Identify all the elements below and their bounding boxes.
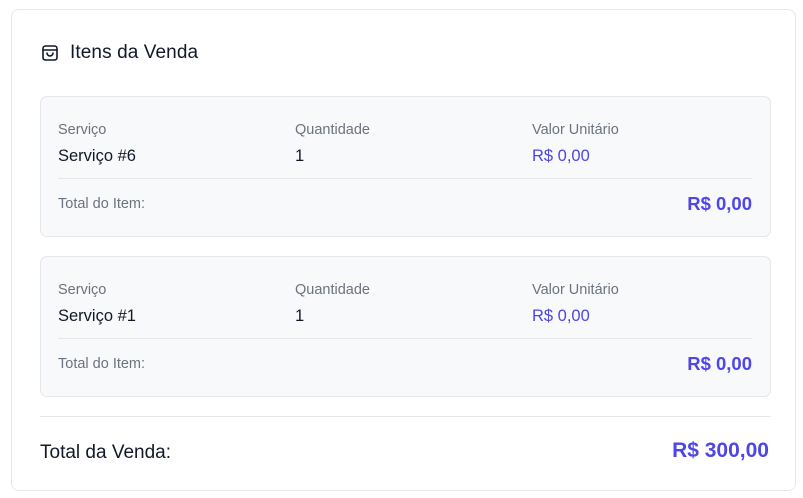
total-divider xyxy=(40,416,771,417)
quantity-value: 1 xyxy=(295,147,305,165)
item-total-value: R$ 0,00 xyxy=(687,353,752,374)
service-label: Serviço xyxy=(58,122,107,138)
sale-total-label: Total da Venda: xyxy=(40,442,171,463)
quantity-column: Quantidade 1 xyxy=(295,121,370,167)
unit-value-label: Valor Unitário xyxy=(532,122,619,138)
sale-total-value: R$ 300,00 xyxy=(672,439,769,462)
quantity-column: Quantidade 1 xyxy=(295,281,370,327)
shopping-bag-icon xyxy=(40,43,60,63)
item-total-value: R$ 0,00 xyxy=(687,193,752,214)
section-header: Itens da Venda xyxy=(40,42,198,64)
service-label: Serviço xyxy=(58,282,107,298)
item-divider xyxy=(58,178,752,179)
sale-items-card: Itens da Venda Serviço Serviço #6 Quanti… xyxy=(11,9,796,491)
item-total-label: Total do Item: xyxy=(58,196,146,212)
unit-value-label: Valor Unitário xyxy=(532,282,619,298)
quantity-label: Quantidade xyxy=(295,282,370,298)
section-title: Itens da Venda xyxy=(70,42,199,63)
sale-item: Serviço Serviço #6 Quantidade 1 Valor Un… xyxy=(40,96,771,237)
service-column: Serviço Serviço #6 xyxy=(58,121,136,167)
item-total-label: Total do Item: xyxy=(58,356,146,372)
sale-item: Serviço Serviço #1 Quantidade 1 Valor Un… xyxy=(40,256,771,397)
service-column: Serviço Serviço #1 xyxy=(58,281,136,327)
unit-value-column: Valor Unitário R$ 0,00 xyxy=(532,121,619,167)
unit-value-column: Valor Unitário R$ 0,00 xyxy=(532,281,619,327)
quantity-value: 1 xyxy=(295,307,305,325)
unit-value-value: R$ 0,00 xyxy=(532,147,590,165)
service-value: Serviço #6 xyxy=(58,147,136,165)
quantity-label: Quantidade xyxy=(295,122,370,138)
service-value: Serviço #1 xyxy=(58,307,136,325)
item-divider xyxy=(58,338,752,339)
unit-value-value: R$ 0,00 xyxy=(532,307,590,325)
